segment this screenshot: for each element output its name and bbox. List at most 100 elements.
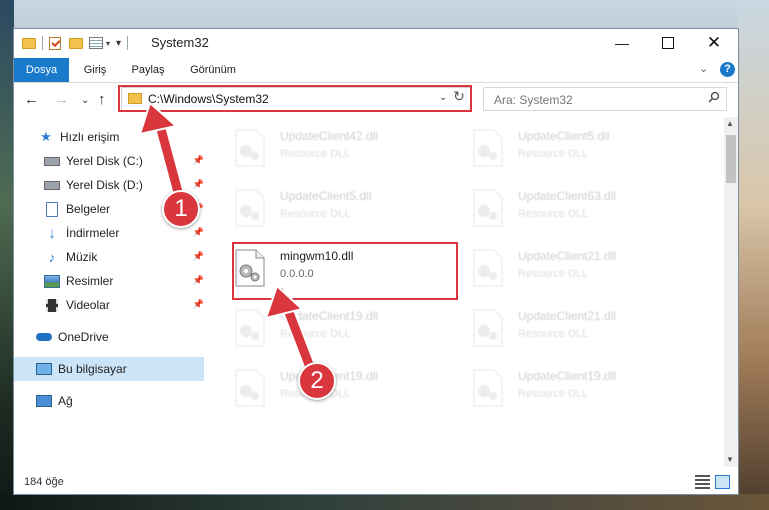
download-icon: ↓ bbox=[48, 224, 56, 242]
tab-view[interactable]: Görünüm bbox=[184, 58, 242, 82]
refresh-icon[interactable]: ↻ bbox=[450, 87, 468, 105]
navigation-bar: ← → ⌄ ↑ C:\Windows\System32 ⌄ ↻ Ara: Sys… bbox=[14, 83, 738, 117]
quick-access-toolbar: ▾ ▾ bbox=[22, 34, 134, 52]
dll-file-icon bbox=[473, 189, 503, 227]
music-icon: ♪ bbox=[48, 249, 56, 265]
tiles-view-icon[interactable] bbox=[715, 475, 730, 489]
sidebar-item-network[interactable]: Ağ bbox=[14, 389, 204, 413]
dll-file-icon bbox=[473, 309, 503, 347]
back-arrow-icon[interactable]: ← bbox=[24, 91, 39, 108]
properties-check-icon[interactable] bbox=[49, 36, 61, 50]
file-name: UpdateClient5.dll bbox=[518, 129, 610, 143]
status-bar: 184 öğe bbox=[14, 471, 738, 494]
file-type: Resource DLL bbox=[280, 148, 351, 160]
up-arrow-icon[interactable]: ↑ bbox=[98, 91, 106, 108]
video-icon bbox=[44, 298, 60, 312]
file-highlight-box bbox=[232, 242, 458, 300]
expand-ribbon-icon[interactable]: ⌄ bbox=[699, 62, 708, 75]
sidebar-item-label: Ağ bbox=[58, 394, 73, 408]
file-type: Resource DLL bbox=[518, 208, 589, 220]
file-item[interactable]: UpdateClient19.dll Resource DLL bbox=[234, 305, 464, 355]
dll-file-icon bbox=[473, 369, 503, 407]
sidebar-item-label: Hızlı erişim bbox=[60, 130, 120, 144]
sidebar-item-onedrive[interactable]: OneDrive bbox=[14, 325, 204, 349]
file-type: Resource DLL bbox=[518, 388, 589, 400]
drive-icon bbox=[44, 154, 60, 168]
scroll-up-icon[interactable]: ▲ bbox=[726, 119, 734, 128]
dll-file-icon bbox=[473, 249, 503, 287]
dll-file-icon bbox=[235, 369, 265, 407]
chevron-down-icon[interactable]: ▾ bbox=[106, 39, 110, 48]
scroll-thumb[interactable] bbox=[726, 135, 736, 183]
search-icon[interactable] bbox=[708, 91, 720, 103]
sidebar-item-label: Belgeler bbox=[66, 202, 111, 216]
address-path[interactable]: C:\Windows\System32 bbox=[148, 92, 269, 106]
dll-file-icon bbox=[235, 189, 265, 227]
tab-file[interactable]: Dosya bbox=[14, 58, 69, 82]
file-item[interactable]: UpdateClient21.dll Resource DLL bbox=[472, 305, 702, 355]
callout-number-1: 1 bbox=[162, 190, 200, 228]
sidebar-item-label: Resimler bbox=[66, 274, 114, 288]
pin-icon: 📌 bbox=[192, 227, 204, 237]
item-count: 184 öğe bbox=[24, 476, 64, 488]
file-item[interactable]: UpdateClient42.dll Resource DLL bbox=[234, 125, 464, 175]
star-icon: ★ bbox=[40, 129, 52, 144]
forward-arrow-icon[interactable]: → bbox=[54, 91, 69, 108]
search-placeholder: Ara: System32 bbox=[494, 93, 573, 107]
help-icon[interactable]: ? bbox=[720, 62, 735, 77]
recent-locations-icon[interactable]: ⌄ bbox=[81, 95, 89, 106]
maximize-button[interactable] bbox=[645, 29, 691, 57]
navigation-pane: ★ Hızlı erişim Yerel Disk (C:) 📌 Yerel D… bbox=[14, 121, 204, 471]
file-item[interactable]: UpdateClient5.dll Resource DLL bbox=[472, 125, 702, 175]
sidebar-item-music[interactable]: ♪ Müzik 📌 bbox=[14, 245, 204, 269]
sidebar-item-videos[interactable]: Videolar 📌 bbox=[14, 293, 204, 317]
desktop-background-left bbox=[0, 0, 14, 510]
file-name: UpdateClient19.dll bbox=[518, 369, 617, 383]
chevron-down-icon[interactable]: ⌄ bbox=[439, 92, 447, 103]
sidebar-item-pictures[interactable]: Resimler 📌 bbox=[14, 269, 204, 293]
dll-file-icon bbox=[473, 129, 503, 167]
sidebar-item-label: Müzik bbox=[66, 250, 98, 264]
file-explorer-window: ▾ ▾ System32 — ✕ Dosya Giriş Paylaş Görü… bbox=[13, 28, 739, 495]
sidebar-item-disk-c[interactable]: Yerel Disk (C:) 📌 bbox=[14, 149, 204, 173]
cloud-icon bbox=[36, 330, 52, 344]
window-title: System32 bbox=[151, 35, 209, 50]
scroll-down-icon[interactable]: ▼ bbox=[726, 455, 734, 464]
sidebar-item-label: İndirmeler bbox=[66, 226, 120, 240]
pin-icon: 📌 bbox=[192, 251, 204, 261]
taskbar-area bbox=[0, 494, 769, 510]
address-bar[interactable]: C:\Windows\System32 ⌄ bbox=[121, 87, 472, 111]
pin-icon: 📌 bbox=[192, 155, 204, 165]
tab-home[interactable]: Giriş bbox=[76, 58, 114, 82]
file-type: Resource DLL bbox=[280, 328, 351, 340]
new-folder-icon[interactable] bbox=[69, 37, 83, 49]
file-name: UpdateClient21.dll bbox=[518, 249, 617, 263]
minimize-button[interactable]: — bbox=[599, 29, 645, 57]
vertical-scrollbar[interactable]: ▲ ▼ bbox=[724, 117, 738, 467]
file-item[interactable]: UpdateClient21.dll Resource DLL bbox=[472, 245, 702, 295]
tab-share[interactable]: Paylaş bbox=[126, 58, 170, 82]
view-options-icon[interactable] bbox=[89, 37, 103, 49]
details-view-icon[interactable] bbox=[695, 475, 710, 489]
sidebar-item-quick-access[interactable]: ★ Hızlı erişim bbox=[14, 125, 204, 149]
file-item[interactable]: UpdateClient19.dll Resource DLL bbox=[472, 365, 702, 415]
file-item[interactable]: UpdateClient63.dll Resource DLL bbox=[472, 185, 702, 235]
file-item[interactable]: UpdateClient5.dll Resource DLL bbox=[234, 185, 464, 235]
search-input[interactable]: Ara: System32 bbox=[483, 87, 727, 111]
title-bar: ▾ ▾ System32 — ✕ bbox=[14, 29, 738, 57]
pin-icon: 📌 bbox=[192, 275, 204, 285]
folder-icon bbox=[22, 37, 36, 49]
file-name: UpdateClient42.dll bbox=[280, 129, 379, 143]
file-item[interactable]: UpdateClient19.dll Resource DLL bbox=[234, 365, 464, 415]
close-button[interactable]: ✕ bbox=[691, 29, 737, 57]
file-name: UpdateClient63.dll bbox=[518, 189, 617, 203]
desktop-background-right bbox=[737, 0, 769, 510]
computer-icon bbox=[36, 362, 52, 376]
customize-toolbar-icon[interactable]: ▾ bbox=[116, 38, 121, 49]
sidebar-item-label: OneDrive bbox=[58, 330, 109, 344]
sidebar-item-label: Bu bilgisayar bbox=[58, 362, 127, 376]
sidebar-item-this-pc[interactable]: Bu bilgisayar bbox=[14, 357, 204, 381]
file-type: Resource DLL bbox=[518, 268, 589, 280]
file-type: Resource DLL bbox=[280, 208, 351, 220]
drive-icon bbox=[44, 178, 60, 192]
